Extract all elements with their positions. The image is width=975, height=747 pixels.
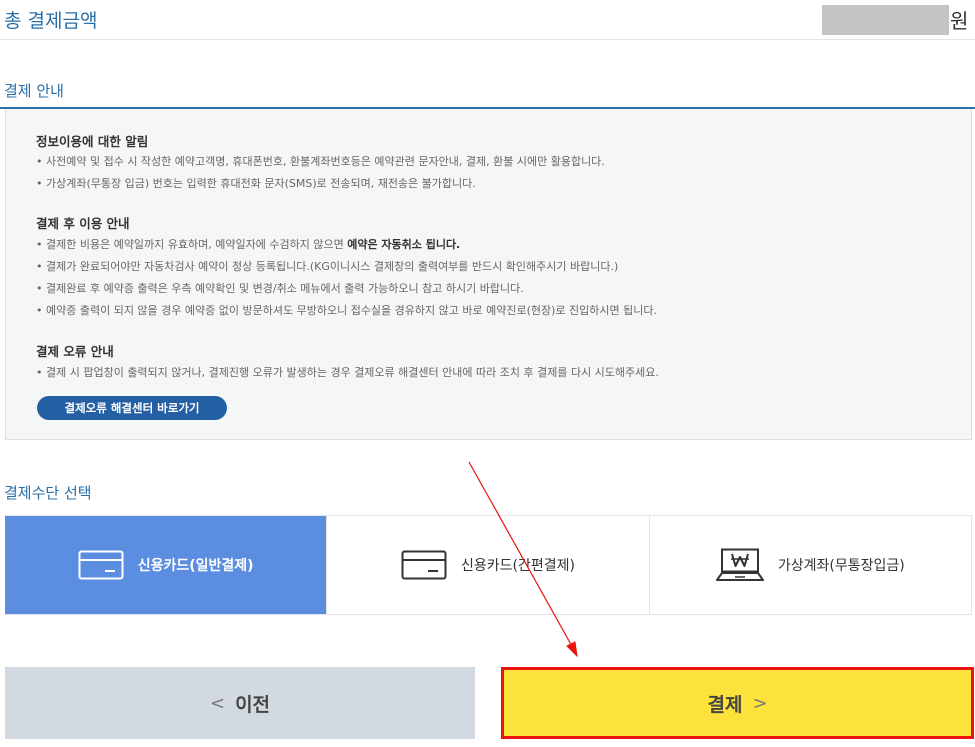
method-label: 가상계좌(무통장입금) bbox=[777, 558, 905, 574]
guide-line: • 사전예약 및 접수 시 작성한 예약고객명, 휴대폰번호, 환불계좌번호등은… bbox=[36, 155, 605, 168]
guide-heading-after-payment: 결제 후 이용 안내 bbox=[36, 216, 130, 231]
prev-button[interactable]: < 이전 bbox=[5, 667, 475, 739]
guide-line: • 결제 시 팝업창이 출력되지 않거나, 결제진행 오류가 발생하는 경우 결… bbox=[36, 366, 659, 379]
guide-heading-payment-error: 결제 오류 안내 bbox=[36, 344, 114, 359]
total-amount-label: 총 결제금액 bbox=[4, 10, 98, 32]
chevron-right-icon: > bbox=[752, 692, 768, 714]
guide-heading-privacy: 정보이용에 대한 알림 bbox=[36, 134, 149, 149]
method-label: 신용카드(간편결제) bbox=[461, 558, 575, 574]
pay-button-label: 결제 bbox=[707, 693, 743, 716]
guide-line: • 결제완료 후 예약증 출력은 우측 예약확인 및 변경/취소 메뉴에서 출력… bbox=[36, 282, 524, 295]
prev-button-label: 이전 bbox=[235, 693, 271, 716]
total-amount-row: 총 결제금액 원 bbox=[0, 0, 975, 40]
laptop-won-icon bbox=[715, 548, 764, 581]
credit-card-icon bbox=[401, 550, 447, 580]
total-amount-value-masked bbox=[822, 5, 949, 35]
guide-line: • 예약증 출력이 되지 않을 경우 예약증 없이 방문하셔도 무방하오니 접수… bbox=[36, 304, 657, 317]
method-virtual-account[interactable]: 가상계좌(무통장입금) bbox=[648, 516, 971, 614]
method-credit-card-easy[interactable]: 신용카드(간편결제) bbox=[326, 516, 648, 614]
total-amount-unit: 원 bbox=[950, 9, 969, 33]
method-label: 신용카드(일반결제) bbox=[137, 558, 254, 574]
guide-line-text: • 결제한 비용은 예약일까지 유효하며, 예약일자에 수검하지 않으면 bbox=[36, 238, 348, 251]
pay-button[interactable]: 결제 > bbox=[501, 667, 974, 739]
error-center-link-button[interactable]: 결제오류 해결센터 바로가기 bbox=[37, 396, 227, 420]
credit-card-icon bbox=[78, 550, 124, 580]
payment-method-options: 신용카드(일반결제) 신용카드(간편결제) 가상계좌(무통장입금) bbox=[5, 515, 972, 615]
guide-line: • 결제한 비용은 예약일까지 유효하며, 예약일자에 수검하지 않으면 예약은… bbox=[36, 236, 460, 252]
payment-guide-title: 결제 안내 bbox=[4, 82, 64, 100]
method-credit-card-general[interactable]: 신용카드(일반결제) bbox=[5, 516, 327, 614]
guide-line: • 결제가 완료되어야만 자동차검사 예약이 정상 등록됩니다.(KG이니시스 … bbox=[36, 260, 619, 273]
guide-line: • 가상계좌(무통장 입금) 번호는 입력한 휴대전화 문자(SMS)로 전송되… bbox=[36, 177, 476, 190]
payment-method-title: 결제수단 선택 bbox=[4, 484, 92, 502]
payment-guide-box: 정보이용에 대한 알림 • 사전예약 및 접수 시 작성한 예약고객명, 휴대폰… bbox=[5, 109, 972, 440]
chevron-left-icon: < bbox=[209, 692, 226, 714]
auto-cancel-notice: 예약은 자동취소 됩니다. bbox=[347, 238, 461, 251]
